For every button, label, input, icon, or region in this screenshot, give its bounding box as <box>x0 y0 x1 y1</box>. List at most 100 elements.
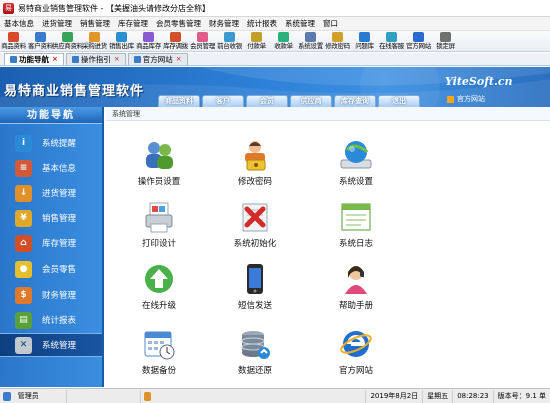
banner-nav-tab[interactable]: 退出 <box>378 95 420 107</box>
toolbar-button-label: 商品资料 <box>1 42 26 50</box>
tab[interactable]: 功能导航 × <box>4 53 64 65</box>
sidebar-item-label: 基本信息 <box>42 164 77 174</box>
tab-label: 操作指引 <box>80 55 111 64</box>
toolbar-button[interactable]: 采购进货 <box>81 31 108 51</box>
toolbar-button[interactable]: 系统设置 <box>297 31 324 51</box>
system-function-sms[interactable]: 短信发送 <box>210 262 300 314</box>
system-function-password[interactable]: 修改密码 <box>210 138 300 190</box>
sidebar-item[interactable]: $ 财务管理 <box>0 283 102 307</box>
sidebar-item-label: 库存管理 <box>42 239 77 249</box>
sidebar-item[interactable]: ✕ 系统管理 <box>0 333 102 357</box>
menu-item[interactable]: 统计报表 <box>243 18 281 29</box>
upgrade-icon <box>142 262 176 296</box>
menu-item[interactable]: 窗口 <box>319 18 342 29</box>
banner-nav-tab[interactable]: 供应商 <box>290 95 332 107</box>
status-date: 2019年8月2日 <box>366 389 424 403</box>
system-function-website[interactable]: 官方网站 <box>311 327 401 379</box>
app-title: 易特商业销售管理软件 <box>4 84 145 99</box>
banner: 易特商业销售管理软件 YiteSoft.cn 官方网站 商品资料 客户 会员 供应商库… <box>0 67 550 107</box>
toolbar-button-label: 付款单 <box>247 42 266 50</box>
sidebar-item[interactable]: ↓ 进货管理 <box>0 181 102 205</box>
toolbar-button[interactable]: 库存调拨 <box>162 31 189 51</box>
close-icon[interactable]: × <box>114 54 120 65</box>
notify-icon <box>143 391 152 401</box>
toolbar-button[interactable]: 收款单 <box>270 31 297 51</box>
current-user: 管理员 <box>14 389 67 403</box>
toolbar-button[interactable]: 官方网站 <box>405 31 432 51</box>
toolbar: 商品资料 客户资料 供应商资料 采购进货 销售出库 商品库存 库存调拨 会员管理 前台收银 付款单… <box>0 31 550 52</box>
system-function-system-settings[interactable]: 系统设置 <box>311 138 401 190</box>
function-label: 打印设计 <box>141 239 176 249</box>
close-icon[interactable]: × <box>176 54 182 65</box>
toolbar-button[interactable]: 修改密码 <box>324 31 351 51</box>
banner-nav-tab[interactable]: 库存查询 <box>334 95 376 107</box>
tab[interactable]: 官方网站 × <box>127 53 188 65</box>
toolbar-button[interactable]: 客户资料 <box>27 31 54 51</box>
banner-nav-tab[interactable]: 客户 <box>202 95 244 107</box>
system-function-print-design[interactable]: 打印设计 <box>114 200 204 252</box>
user-icon <box>3 391 11 401</box>
sidebar-item[interactable]: ≡ 基本信息 <box>0 156 102 180</box>
lock-icon <box>440 32 451 42</box>
system-function-help-manual[interactable]: 帮助手册 <box>311 262 401 314</box>
menu-item[interactable]: 基本信息 <box>0 18 38 29</box>
menu-item[interactable]: 财务管理 <box>205 18 243 29</box>
system-function-system-log[interactable]: 系统日志 <box>311 200 401 252</box>
website-icon <box>413 32 424 42</box>
sidebar-item-label: 系统管理 <box>42 341 77 351</box>
sidebar-item[interactable]: i 系统提醒 <box>0 131 102 155</box>
function-label: 数据备份 <box>141 366 176 376</box>
sidebar-item-label: 系统提醒 <box>42 139 77 149</box>
toolbar-button[interactable]: 锁定屏 <box>432 31 459 51</box>
official-site-link[interactable]: 官方网站 <box>447 94 485 104</box>
sms-icon <box>238 262 272 296</box>
status-version: 版本号：9.1 单 <box>494 390 550 403</box>
toolbar-button[interactable]: 在线客服 <box>378 31 405 51</box>
toolbar-button-label: 收款单 <box>274 42 293 50</box>
toolbar-button[interactable]: 付款单 <box>243 31 270 51</box>
close-icon[interactable]: × <box>52 54 58 65</box>
menu-item[interactable]: 系统管理 <box>281 18 319 29</box>
sidebar: 功能导航 i 系统提醒 ≡ 基本信息 ↓ 进货管理 ¥ 销售管理 ⌂ 库存管理 ● 会员零售 $ 财务管理… <box>0 107 104 387</box>
system-function-initialize[interactable]: 系统初始化 <box>210 200 300 252</box>
menu-item[interactable]: 进货管理 <box>38 18 76 29</box>
status-spacer-1 <box>67 389 141 403</box>
service-icon <box>386 32 397 42</box>
tab[interactable]: 操作指引 × <box>65 53 126 65</box>
toolbar-button[interactable]: 供应商资料 <box>52 31 83 51</box>
toolbar-button[interactable]: 销售出库 <box>108 31 135 51</box>
sidebar-item[interactable]: ¥ 销售管理 <box>0 206 102 230</box>
info-icon: i <box>15 134 32 152</box>
sidebar-item[interactable]: ▤ 统计报表 <box>0 308 102 332</box>
sales-icon: ¥ <box>15 209 32 227</box>
toolbar-button[interactable]: 会员管理 <box>189 31 216 51</box>
tab-strip: 功能导航 × 操作指引 × 官方网站 × <box>0 53 550 66</box>
system-function-upgrade[interactable]: 在线升级 <box>114 262 204 314</box>
toolbar-button[interactable]: 商品资料 <box>0 31 27 51</box>
menu-bar: 基本信息 进货管理 销售管理 库存管理 会员零售管理 财务管理 统计报表 系统管理 窗口 <box>0 17 550 31</box>
toolbar-button[interactable]: 商品库存 <box>135 31 162 51</box>
menu-item[interactable]: 库存管理 <box>114 18 152 29</box>
system-icon: ✕ <box>15 336 32 354</box>
banner-nav-tab[interactable]: 会员 <box>246 95 288 107</box>
toolbar-button[interactable]: 问题库 <box>351 31 378 51</box>
sidebar-item-label: 销售管理 <box>42 214 77 224</box>
menu-item[interactable]: 会员零售管理 <box>152 18 205 29</box>
system-function-operator[interactable]: 操作员设置 <box>114 138 204 190</box>
function-label: 系统日志 <box>338 239 373 249</box>
system-function-backup[interactable]: 数据备份 <box>114 327 204 379</box>
tab-label: 功能导航 <box>19 55 49 64</box>
basic-info-icon: ≡ <box>15 159 32 177</box>
status-weekday: 星期五 <box>423 389 454 403</box>
banner-nav: 商品资料 客户 会员 供应商 库存查询 退出 <box>158 95 422 107</box>
menu-item[interactable]: 销售管理 <box>76 18 114 29</box>
banner-nav-tab[interactable]: 商品资料 <box>158 95 200 107</box>
tab-icon <box>71 56 79 63</box>
toolbar-button[interactable]: 前台收银 <box>216 31 243 51</box>
sidebar-item[interactable]: ⌂ 库存管理 <box>0 231 102 255</box>
system-function-restore[interactable]: 数据还原 <box>210 327 300 379</box>
password-icon <box>238 138 272 172</box>
status-bar: 管理员 2019年8月2日 星期五 08:28:23 版本号：9.1 单 <box>0 388 550 403</box>
help-icon <box>359 32 370 42</box>
sidebar-item[interactable]: ● 会员零售 <box>0 257 102 281</box>
